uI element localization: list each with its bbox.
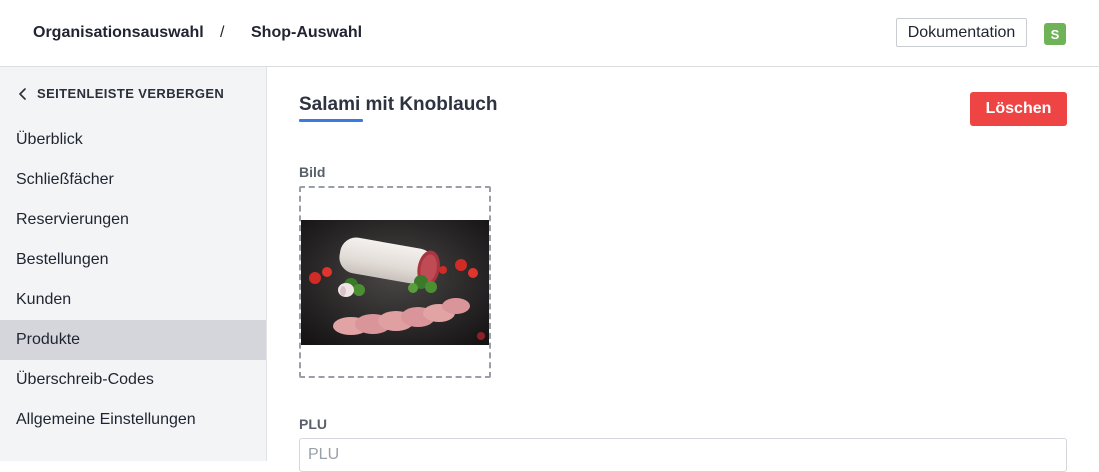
image-upload-dropzone[interactable] <box>299 186 491 378</box>
sidebar-nav: Überblick Schließfächer Reservierungen B… <box>0 120 266 440</box>
breadcrumb-shop-link[interactable]: Shop-Auswahl <box>251 24 362 42</box>
breadcrumb-organisation-link[interactable]: Organisationsauswahl <box>33 24 204 42</box>
sidebar-item-override-codes[interactable]: Überschreib-Codes <box>0 360 266 400</box>
sidebar-item-label: Schließfächer <box>16 171 114 188</box>
chevron-left-icon <box>18 87 29 101</box>
sidebar-item-label: Kunden <box>16 291 72 308</box>
sidebar-item-label: Allgemeine Einstellungen <box>16 411 196 428</box>
sidebar-item-label: Überschreib-Codes <box>16 371 154 388</box>
main-content: Salami mit Knoblauch Löschen Bild PLU PL… <box>267 67 1099 472</box>
sidebar-item-orders[interactable]: Bestellungen <box>0 240 266 280</box>
sidebar-item-customers[interactable]: Kunden <box>0 280 266 320</box>
sidebar-item-label: Bestellungen <box>16 251 109 268</box>
sidebar-item-label: Produkte <box>16 331 81 348</box>
documentation-button[interactable]: Dokumentation <box>896 18 1027 47</box>
breadcrumb-separator: / <box>220 24 225 41</box>
user-avatar[interactable]: S <box>1044 23 1066 45</box>
product-photo <box>301 220 489 345</box>
plu-field-label: PLU <box>299 416 327 432</box>
sidebar-item-label: Reservierungen <box>16 211 129 228</box>
sidebar-item-label: Überblick <box>16 131 83 148</box>
sidebar: SEITENLEISTE VERBERGEN Überblick Schließ… <box>0 67 267 461</box>
page-title-block: Salami mit Knoblauch <box>299 94 497 122</box>
sidebar-item-reservations[interactable]: Reservierungen <box>0 200 266 240</box>
title-underline <box>299 119 363 122</box>
hide-sidebar-label: SEITENLEISTE VERBERGEN <box>37 86 225 101</box>
image-field-label: Bild <box>299 164 326 180</box>
top-header: Organisationsauswahl / Shop-Auswahl Doku… <box>0 0 1099 67</box>
sidebar-item-lockers[interactable]: Schließfächer <box>0 160 266 200</box>
sidebar-item-general-settings[interactable]: Allgemeine Einstellungen <box>0 400 266 440</box>
sidebar-item-overview[interactable]: Überblick <box>0 120 266 160</box>
sidebar-item-products[interactable]: Produkte <box>0 320 266 360</box>
hide-sidebar-button[interactable]: SEITENLEISTE VERBERGEN <box>18 86 224 101</box>
plu-input[interactable] <box>299 438 1067 472</box>
page-title: Salami mit Knoblauch <box>299 94 498 115</box>
delete-button[interactable]: Löschen <box>970 92 1067 126</box>
